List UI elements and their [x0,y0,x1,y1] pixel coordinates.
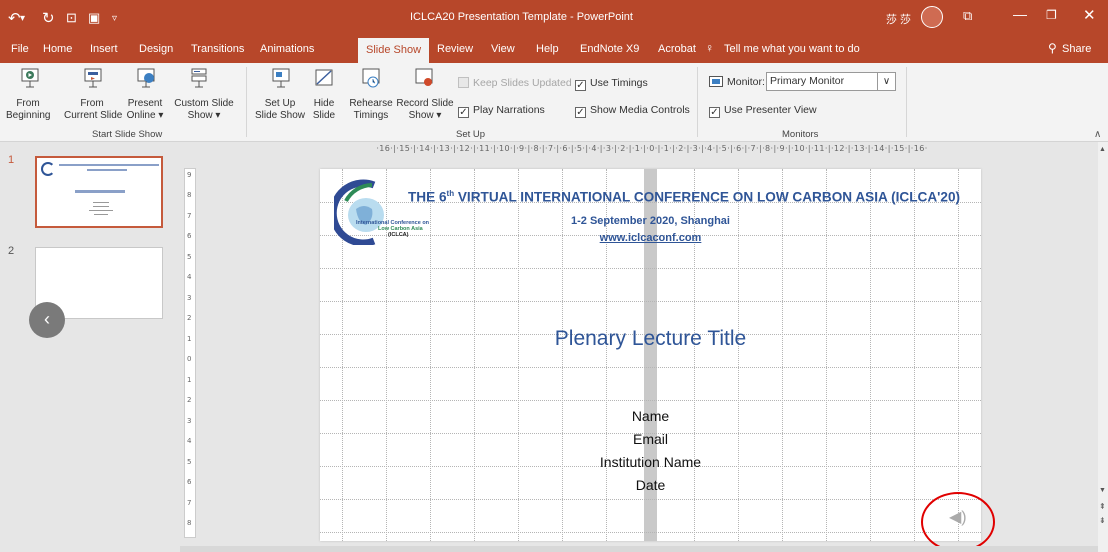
scroll-down-icon[interactable]: ▼ [1099,487,1106,494]
vertical-ruler: 9 8 7 6 5 4 3 2 1 0 1 2 3 4 5 6 7 8 [184,168,196,538]
start-slide-show-group-label: Start Slide Show [92,129,163,140]
autosave-icon[interactable]: ↶ [8,9,21,27]
thumbnail-pane: 1 2 ‹ [0,142,180,552]
tab-home[interactable]: Home [43,43,72,55]
window-title: ICLCA20 Presentation Template - PowerPoi… [410,11,633,23]
from-beginning-button[interactable]: From Beginning [6,98,50,122]
speaker-name[interactable]: Name [320,408,981,424]
tab-animations[interactable]: Animations [260,43,314,55]
group-separator [697,67,698,137]
lightbulb-icon: ♀ [705,41,714,55]
user-name: 莎 莎 [886,14,912,26]
undo-dropdown-icon[interactable]: ▾ [20,13,25,24]
use-presenter-view-checkbox[interactable]: ✓ Use Presenter View [709,104,817,118]
group-separator [246,67,247,137]
tab-insert[interactable]: Insert [90,43,118,55]
set-up-group-label: Set Up [456,129,486,140]
minimize-icon[interactable]: — [1013,6,1027,22]
customize-qat-icon[interactable]: ▿ [112,13,117,24]
record-slide-show-button[interactable]: Record Slide Show ▾ [394,98,456,122]
tab-endnote[interactable]: EndNote X9 [580,43,639,55]
tab-file[interactable]: File [11,43,29,55]
horizontal-scrollbar[interactable] [180,546,1098,552]
ribbon-display-icon[interactable]: ⧉ [963,8,972,24]
collapse-ribbon-icon[interactable]: ∧ [1094,129,1101,140]
hide-slide-button[interactable]: Hide Slide [308,98,340,122]
tab-view[interactable]: View [491,43,515,55]
share-button[interactable]: Share [1062,43,1091,55]
set-up-slide-show-icon [272,68,290,88]
ribbon: From Beginning From Current Slide Present O… [0,63,1108,142]
save-icon[interactable]: ▣ [88,10,100,26]
tab-acrobat[interactable]: Acrobat [658,43,696,55]
tab-design[interactable]: Design [139,43,173,55]
custom-slide-show-icon [191,68,207,88]
chevron-down-icon[interactable]: ∨ [877,73,895,90]
horizontal-ruler: ·16·|·15·|·14·|·13·|·12·|·11·|·10·|·9·|·… [376,144,928,153]
vertical-scrollbar[interactable]: ▲ ▼ ⇞ ⇟ [1098,142,1108,552]
monitor-select[interactable]: Primary Monitor ∨ [766,72,896,91]
hide-slide-icon [315,69,333,86]
title-bar: ↶ ▾ ↻ ⊡ ▣ ▿ ICLCA20 Presentation Templat… [0,0,1108,35]
next-slide-icon[interactable]: ⇟ [1099,516,1106,525]
highlight-circle [921,492,995,552]
close-icon[interactable]: ✕ [1083,6,1096,24]
tab-transitions[interactable]: Transitions [191,43,244,55]
previous-slide-icon[interactable]: ⇞ [1099,502,1106,511]
previous-slide-button[interactable]: ‹ [29,302,65,338]
conference-url[interactable]: www.iclcaconf.com [320,232,981,244]
slide-number: 1 [8,154,15,166]
ribbon-tabs: File Home Insert Design Transitions Anim… [0,35,1108,63]
redo-icon[interactable]: ↻ [42,9,55,27]
keep-slides-updated-checkbox: Keep Slides Updated [458,77,572,89]
conference-date: 1-2 September 2020, Shanghai [571,215,730,227]
scroll-up-icon[interactable]: ▲ [1099,146,1106,153]
speaker-institution[interactable]: Institution Name [320,454,981,470]
share-icon: ⚲ [1048,41,1057,55]
tab-review[interactable]: Review [437,43,473,55]
slide-number: 2 [8,245,15,257]
speaker-email[interactable]: Email [320,431,981,447]
set-up-slide-show-button[interactable]: Set Up Slide Show [254,98,306,122]
avatar[interactable] [921,6,943,28]
from-current-slide-button[interactable]: From Current Slide [64,98,122,122]
lecture-title[interactable]: Plenary Lecture Title [320,327,981,351]
record-slide-show-icon [415,68,433,86]
restore-icon[interactable]: ❐ [1046,8,1057,22]
tell-me-search[interactable]: Tell me what you want to do [724,43,860,55]
monitors-group-label: Monitors [782,129,819,140]
conference-title: THE 6th VIRTUAL INTERNATIONAL CONFERENCE… [408,189,961,205]
play-narrations-checkbox[interactable]: ✓ Play Narrations [458,104,545,118]
use-timings-checkbox[interactable]: ✓ Use Timings [575,77,648,91]
show-media-controls-checkbox[interactable]: ✓ Show Media Controls [575,104,690,118]
rehearse-timings-button[interactable]: Rehearse Timings [348,98,394,122]
from-beginning-icon [21,68,39,88]
slide-canvas[interactable]: International Conference on Low Carbon A… [320,169,981,541]
slide-thumbnail-1[interactable] [35,156,163,228]
present-icon[interactable]: ⊡ [66,10,77,26]
from-current-icon [84,68,102,88]
group-separator [906,67,907,137]
presentation-date[interactable]: Date [320,477,981,493]
tab-help[interactable]: Help [536,43,559,55]
monitor-icon [709,76,723,87]
monitor-label: Monitor: [727,76,765,88]
custom-slide-show-button[interactable]: Custom Slide Show ▾ [172,98,236,122]
present-online-icon [137,68,155,88]
tab-slide-show[interactable]: Slide Show [358,38,430,63]
present-online-button[interactable]: Present Online ▾ [124,98,166,122]
chevron-left-icon: ‹ [44,309,50,329]
rehearse-timings-icon [362,68,380,88]
